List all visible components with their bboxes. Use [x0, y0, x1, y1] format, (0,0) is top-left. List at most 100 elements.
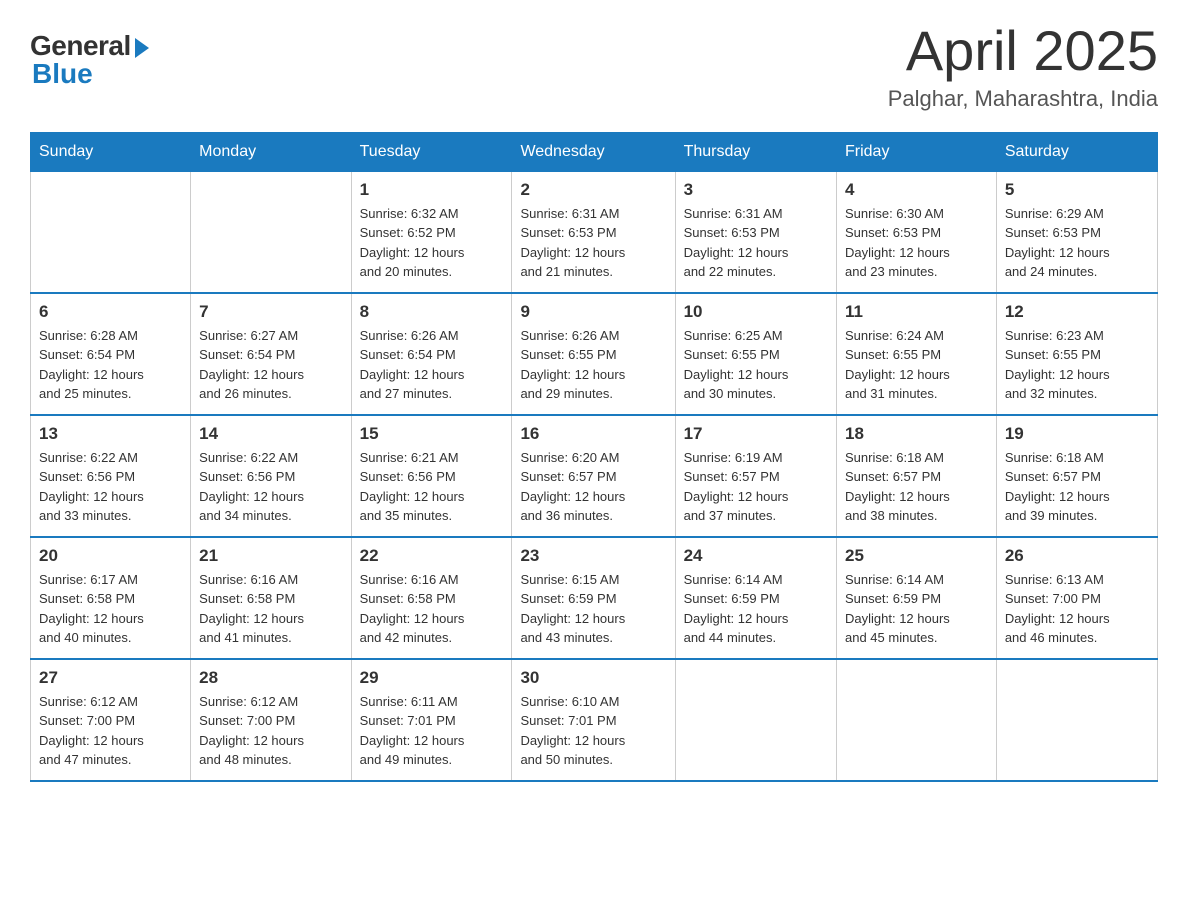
title-section: April 2025 Palghar, Maharashtra, India [888, 20, 1158, 112]
day-number: 30 [520, 668, 666, 688]
calendar-cell: 10Sunrise: 6:25 AMSunset: 6:55 PMDayligh… [675, 293, 836, 415]
day-info: Sunrise: 6:14 AMSunset: 6:59 PMDaylight:… [845, 570, 988, 648]
calendar-cell: 14Sunrise: 6:22 AMSunset: 6:56 PMDayligh… [191, 415, 351, 537]
day-number: 26 [1005, 546, 1149, 566]
calendar-cell [837, 659, 997, 781]
day-info: Sunrise: 6:30 AMSunset: 6:53 PMDaylight:… [845, 204, 988, 282]
calendar-body: 1 Sunrise: 6:32 AMSunset: 6:52 PMDaylight… [31, 171, 1158, 781]
calendar-cell: 12 Sunrise: 6:23 AMSunset: 6:55 PMDayligh… [996, 293, 1157, 415]
calendar-cell: 20Sunrise: 6:17 AMSunset: 6:58 PMDayligh… [31, 537, 191, 659]
day-info: Sunrise: 6:32 AMSunset: 6:52 PMDaylight:… [360, 204, 504, 282]
logo: General Blue [30, 30, 149, 90]
calendar-cell: 6 Sunrise: 6:28 AMSunset: 6:54 PMDaylight… [31, 293, 191, 415]
day-info: Sunrise: 6:22 AMSunset: 6:56 PMDaylight:… [39, 448, 182, 526]
calendar-cell [675, 659, 836, 781]
day-number: 12 [1005, 302, 1149, 322]
calendar-cell: 16Sunrise: 6:20 AMSunset: 6:57 PMDayligh… [512, 415, 675, 537]
header-wednesday: Wednesday [512, 132, 675, 171]
day-info: Sunrise: 6:29 AMSunset: 6:53 PMDaylight:… [1005, 204, 1149, 282]
week-row-2: 6 Sunrise: 6:28 AMSunset: 6:54 PMDaylight… [31, 293, 1158, 415]
week-row-3: 13 Sunrise: 6:22 AMSunset: 6:56 PMDayligh… [31, 415, 1158, 537]
day-number: 7 [199, 302, 342, 322]
calendar-header: SundayMondayTuesdayWednesdayThursdayFrid… [31, 132, 1158, 171]
calendar-cell: 3 Sunrise: 6:31 AMSunset: 6:53 PMDaylight… [675, 171, 836, 293]
day-info: Sunrise: 6:23 AMSunset: 6:55 PMDaylight:… [1005, 326, 1149, 404]
calendar-cell: 22 Sunrise: 6:16 AMSunset: 6:58 PMDayligh… [351, 537, 512, 659]
calendar-cell: 18 Sunrise: 6:18 AMSunset: 6:57 PMDayligh… [837, 415, 997, 537]
day-info: Sunrise: 6:31 AMSunset: 6:53 PMDaylight:… [684, 204, 828, 282]
week-row-1: 1 Sunrise: 6:32 AMSunset: 6:52 PMDaylight… [31, 171, 1158, 293]
day-number: 6 [39, 302, 182, 322]
calendar-cell: 8Sunrise: 6:26 AMSunset: 6:54 PMDaylight… [351, 293, 512, 415]
header-friday: Friday [837, 132, 997, 171]
calendar-cell: 5Sunrise: 6:29 AMSunset: 6:53 PMDaylight… [996, 171, 1157, 293]
day-info: Sunrise: 6:12 AMSunset: 7:00 PMDaylight:… [39, 692, 182, 770]
day-info: Sunrise: 6:28 AMSunset: 6:54 PMDaylight:… [39, 326, 182, 404]
day-info: Sunrise: 6:21 AMSunset: 6:56 PMDaylight:… [360, 448, 504, 526]
calendar-cell: 11 Sunrise: 6:24 AMSunset: 6:55 PMDayligh… [837, 293, 997, 415]
day-number: 4 [845, 180, 988, 200]
day-info: Sunrise: 6:24 AMSunset: 6:55 PMDaylight:… [845, 326, 988, 404]
calendar-cell: 13 Sunrise: 6:22 AMSunset: 6:56 PMDayligh… [31, 415, 191, 537]
day-number: 1 [360, 180, 504, 200]
day-number: 3 [684, 180, 828, 200]
day-number: 24 [684, 546, 828, 566]
day-info: Sunrise: 6:13 AMSunset: 7:00 PMDaylight:… [1005, 570, 1149, 648]
day-info: Sunrise: 6:15 AMSunset: 6:59 PMDaylight:… [520, 570, 666, 648]
day-info: Sunrise: 6:26 AMSunset: 6:54 PMDaylight:… [360, 326, 504, 404]
day-info: Sunrise: 6:27 AMSunset: 6:54 PMDaylight:… [199, 326, 342, 404]
day-info: Sunrise: 6:18 AMSunset: 6:57 PMDaylight:… [845, 448, 988, 526]
calendar-cell: 26 Sunrise: 6:13 AMSunset: 7:00 PMDayligh… [996, 537, 1157, 659]
header-saturday: Saturday [996, 132, 1157, 171]
day-headers-row: SundayMondayTuesdayWednesdayThursdayFrid… [31, 132, 1158, 171]
calendar-cell: 19 Sunrise: 6:18 AMSunset: 6:57 PMDayligh… [996, 415, 1157, 537]
day-info: Sunrise: 6:19 AMSunset: 6:57 PMDaylight:… [684, 448, 828, 526]
day-number: 19 [1005, 424, 1149, 444]
calendar-cell [31, 171, 191, 293]
day-info: Sunrise: 6:18 AMSunset: 6:57 PMDaylight:… [1005, 448, 1149, 526]
day-number: 2 [520, 180, 666, 200]
week-row-5: 27 Sunrise: 6:12 AMSunset: 7:00 PMDayligh… [31, 659, 1158, 781]
calendar-cell: 17 Sunrise: 6:19 AMSunset: 6:57 PMDayligh… [675, 415, 836, 537]
day-info: Sunrise: 6:31 AMSunset: 6:53 PMDaylight:… [520, 204, 666, 282]
day-number: 11 [845, 302, 988, 322]
day-info: Sunrise: 6:12 AMSunset: 7:00 PMDaylight:… [199, 692, 342, 770]
calendar-cell: 9 Sunrise: 6:26 AMSunset: 6:55 PMDaylight… [512, 293, 675, 415]
day-number: 21 [199, 546, 342, 566]
day-number: 28 [199, 668, 342, 688]
calendar-cell: 23Sunrise: 6:15 AMSunset: 6:59 PMDayligh… [512, 537, 675, 659]
header-thursday: Thursday [675, 132, 836, 171]
day-number: 17 [684, 424, 828, 444]
calendar-cell: 28 Sunrise: 6:12 AMSunset: 7:00 PMDayligh… [191, 659, 351, 781]
day-number: 9 [520, 302, 666, 322]
page-header: General Blue April 2025 Palghar, Maharas… [30, 20, 1158, 112]
day-number: 14 [199, 424, 342, 444]
calendar-cell: 15Sunrise: 6:21 AMSunset: 6:56 PMDayligh… [351, 415, 512, 537]
day-info: Sunrise: 6:26 AMSunset: 6:55 PMDaylight:… [520, 326, 666, 404]
day-number: 29 [360, 668, 504, 688]
logo-arrow-icon [135, 38, 149, 58]
day-number: 25 [845, 546, 988, 566]
week-row-4: 20Sunrise: 6:17 AMSunset: 6:58 PMDayligh… [31, 537, 1158, 659]
calendar-cell [191, 171, 351, 293]
day-info: Sunrise: 6:25 AMSunset: 6:55 PMDaylight:… [684, 326, 828, 404]
header-sunday: Sunday [31, 132, 191, 171]
calendar-cell: 7 Sunrise: 6:27 AMSunset: 6:54 PMDaylight… [191, 293, 351, 415]
day-info: Sunrise: 6:16 AMSunset: 6:58 PMDaylight:… [360, 570, 504, 648]
day-info: Sunrise: 6:20 AMSunset: 6:57 PMDaylight:… [520, 448, 666, 526]
day-info: Sunrise: 6:17 AMSunset: 6:58 PMDaylight:… [39, 570, 182, 648]
calendar-cell: 21 Sunrise: 6:16 AMSunset: 6:58 PMDayligh… [191, 537, 351, 659]
day-number: 18 [845, 424, 988, 444]
calendar-cell: 4 Sunrise: 6:30 AMSunset: 6:53 PMDaylight… [837, 171, 997, 293]
calendar-cell [996, 659, 1157, 781]
day-number: 13 [39, 424, 182, 444]
calendar-cell: 30Sunrise: 6:10 AMSunset: 7:01 PMDayligh… [512, 659, 675, 781]
calendar-cell: 25 Sunrise: 6:14 AMSunset: 6:59 PMDayligh… [837, 537, 997, 659]
day-number: 27 [39, 668, 182, 688]
day-info: Sunrise: 6:16 AMSunset: 6:58 PMDaylight:… [199, 570, 342, 648]
month-title: April 2025 [888, 20, 1158, 82]
calendar-cell: 1 Sunrise: 6:32 AMSunset: 6:52 PMDaylight… [351, 171, 512, 293]
calendar-cell: 24Sunrise: 6:14 AMSunset: 6:59 PMDayligh… [675, 537, 836, 659]
day-number: 22 [360, 546, 504, 566]
location-title: Palghar, Maharashtra, India [888, 86, 1158, 112]
